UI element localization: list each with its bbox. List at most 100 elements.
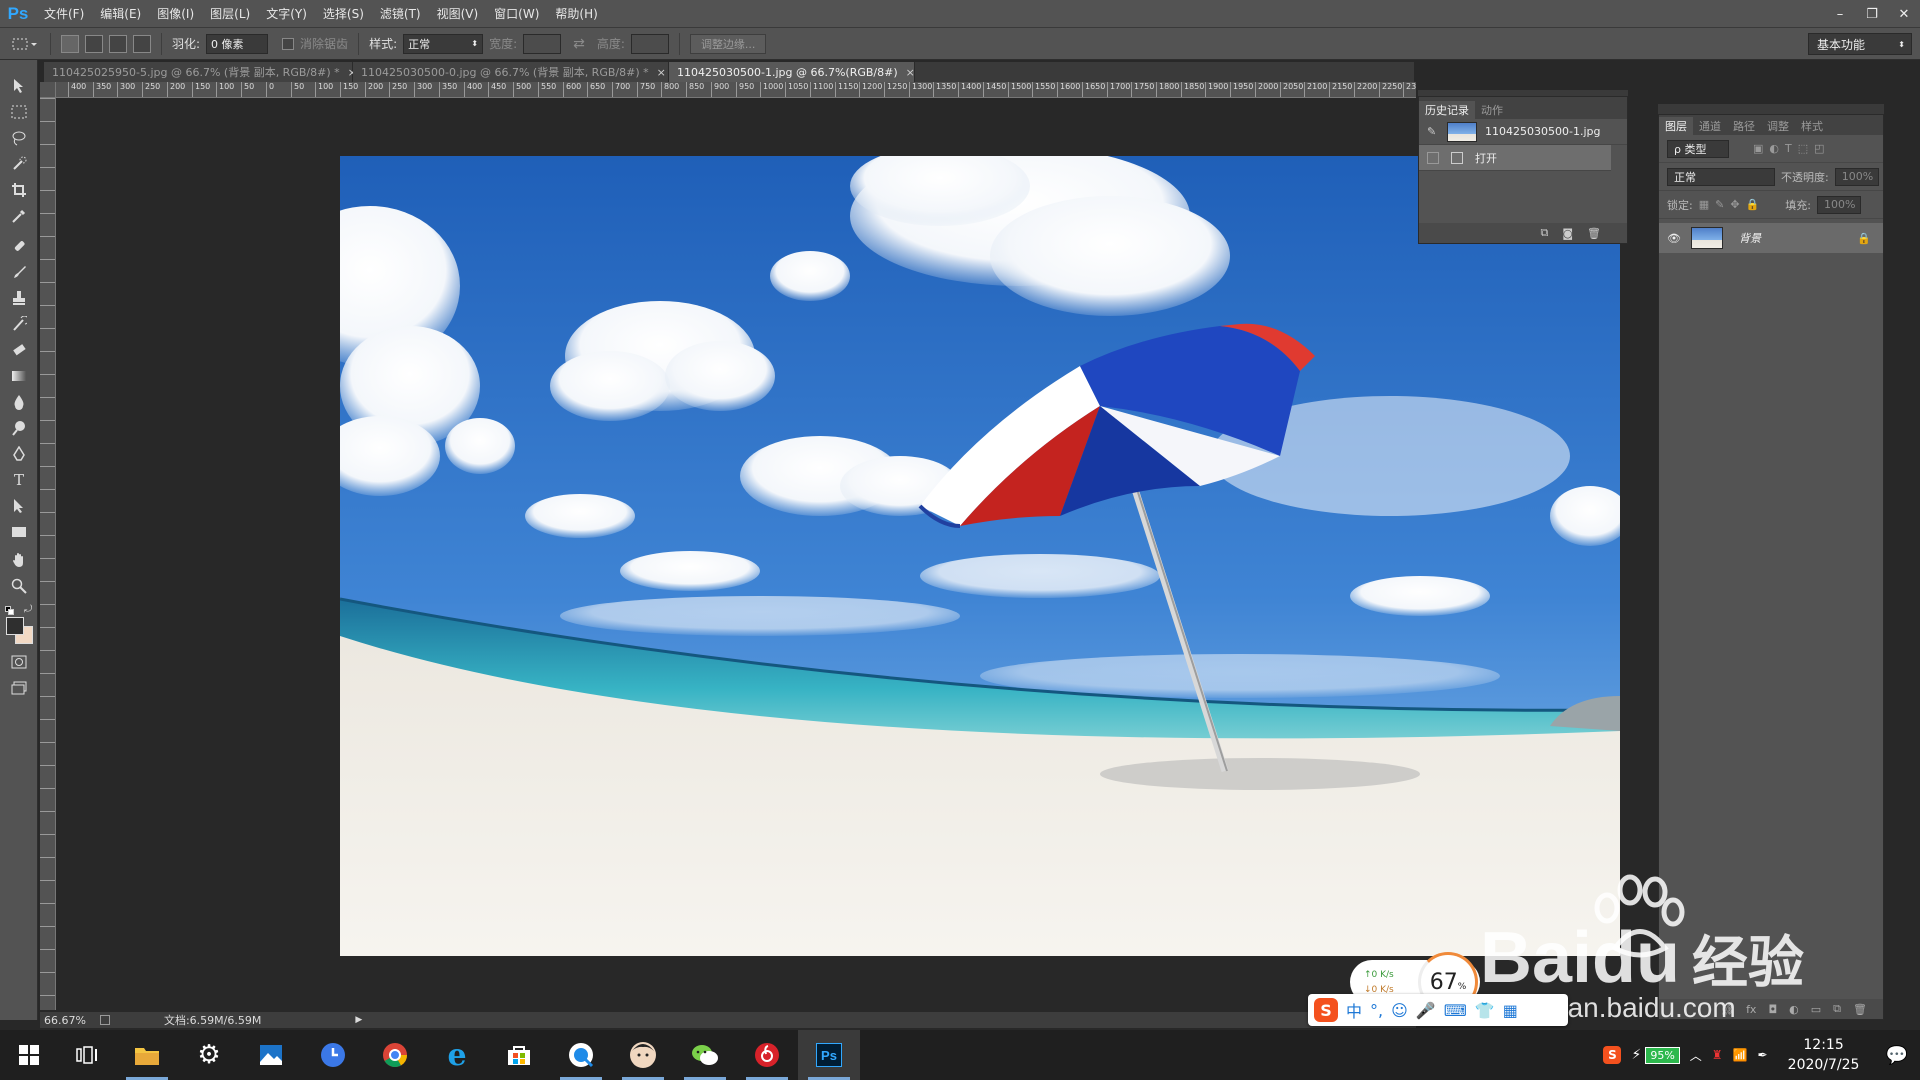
menu-file[interactable]: 文件(F) [36, 0, 92, 28]
trash-icon[interactable]: 🗑 [1587, 227, 1601, 240]
tab-styles[interactable]: 样式 [1795, 117, 1829, 135]
ime-punctuation[interactable]: °, [1370, 1001, 1383, 1020]
menu-filter[interactable]: 滤镜(T) [372, 0, 429, 28]
layer-background[interactable]: 👁 背景 🔒 [1659, 223, 1883, 253]
move-tool-icon[interactable] [8, 76, 30, 96]
tab-document-1[interactable]: 110425025950-5.jpg @ 66.7% (背景 副本, RGB/8… [44, 62, 357, 82]
menu-layer[interactable]: 图层(L) [202, 0, 258, 28]
history-step-checkbox[interactable] [1427, 151, 1439, 164]
tab-adjustments[interactable]: 调整 [1761, 117, 1795, 135]
eraser-tool-icon[interactable] [8, 340, 30, 360]
tab-document-2[interactable]: 110425030500-0.jpg @ 66.7% (背景 副本, RGB/8… [353, 62, 669, 82]
lasso-tool-icon[interactable] [8, 128, 30, 148]
wifi-icon[interactable]: 📶 [1733, 1048, 1748, 1062]
tab-actions[interactable]: 动作 [1475, 101, 1509, 119]
opacity-input[interactable]: 100% [1834, 167, 1879, 186]
menu-help[interactable]: 帮助(H) [547, 0, 605, 28]
skin-icon[interactable]: 👕 [1475, 1001, 1495, 1020]
pen-tool-icon[interactable] [8, 444, 30, 464]
quick-selection-tool-icon[interactable] [8, 154, 30, 174]
taskbar-file-explorer[interactable] [116, 1030, 178, 1080]
swap-dimensions-icon[interactable]: ⇄ [573, 36, 585, 52]
lock-image-icon[interactable]: ✎ [1715, 198, 1724, 211]
taskbar-netease-music[interactable] [736, 1030, 798, 1080]
zoom-level[interactable]: 66.67% [44, 1014, 86, 1027]
taskbar-clock[interactable]: 12:15 2020/7/25 [1778, 1035, 1870, 1075]
path-selection-tool-icon[interactable] [8, 496, 30, 516]
beach-umbrella-photo[interactable] [340, 156, 1620, 956]
taskbar-store[interactable] [488, 1030, 550, 1080]
microphone-icon[interactable]: 🎤 [1416, 1001, 1436, 1020]
lock-transparent-icon[interactable]: ▦ [1699, 198, 1709, 211]
eye-icon[interactable]: 👁 [1667, 232, 1683, 245]
menu-image[interactable]: 图像(I) [149, 0, 202, 28]
lock-all-icon[interactable]: 🔒 [1746, 198, 1760, 211]
chevron-up-icon[interactable]: ︿ [1690, 1047, 1702, 1064]
new-selection-icon[interactable] [61, 34, 79, 53]
swap-colors-icon[interactable]: ⤾ [24, 604, 32, 615]
taskbar-wechat[interactable] [674, 1030, 736, 1080]
ime-toolbar[interactable]: S 中 °, ☺ 🎤 ⌨ 👕 ▦ [1308, 994, 1568, 1026]
notification-icon[interactable]: 💬 [1886, 1045, 1908, 1066]
status-info-icon[interactable] [99, 1015, 110, 1025]
taskbar-avatar-app[interactable] [612, 1030, 674, 1080]
new-document-from-state-icon[interactable]: ⧉ [1540, 226, 1548, 240]
taskbar-settings[interactable]: ⚙ [178, 1030, 240, 1080]
brush-tool-icon[interactable] [8, 262, 30, 282]
menu-type[interactable]: 文字(Y) [258, 0, 315, 28]
tab-history[interactable]: 历史记录 [1419, 101, 1475, 119]
rectangle-tool-icon[interactable] [8, 522, 30, 542]
filter-shape-icon[interactable]: ⬚ [1798, 142, 1808, 155]
history-step[interactable]: 打开 [1419, 145, 1611, 171]
type-tool-icon[interactable]: T [8, 470, 30, 490]
height-input[interactable] [630, 33, 669, 54]
antialias-checkbox[interactable] [282, 37, 295, 50]
clone-stamp-tool-icon[interactable] [8, 288, 30, 308]
menu-select[interactable]: 选择(S) [315, 0, 372, 28]
blur-tool-icon[interactable] [8, 392, 30, 412]
dodge-tool-icon[interactable] [8, 418, 30, 438]
tab-layers[interactable]: 图层 [1659, 117, 1693, 135]
close-button[interactable]: ✕ [1888, 0, 1920, 28]
filter-smart-object-icon[interactable]: ◰ [1814, 142, 1824, 155]
screen-mode-icon[interactable] [8, 678, 30, 698]
subtract-from-selection-icon[interactable] [109, 34, 127, 53]
antivirus-icon[interactable]: ♜ [1712, 1048, 1723, 1062]
history-brush-tool-icon[interactable] [8, 314, 30, 334]
feather-input[interactable]: 0 像素 [206, 33, 269, 54]
rect-marquee-tool-icon[interactable] [8, 102, 30, 122]
menu-window[interactable]: 窗口(W) [486, 0, 547, 28]
healing-brush-tool-icon[interactable] [8, 236, 30, 256]
sogou-logo-icon[interactable]: S [1314, 998, 1338, 1022]
start-button[interactable] [0, 1030, 58, 1080]
taskbar-qq-browser[interactable] [550, 1030, 612, 1080]
default-colors-icon[interactable] [5, 606, 15, 616]
menu-view[interactable]: 视图(V) [429, 0, 487, 28]
fill-input[interactable]: 100% [1816, 195, 1861, 214]
taskbar-photoshop[interactable]: Ps [798, 1030, 860, 1080]
menu-edit[interactable]: 编辑(E) [92, 0, 149, 28]
foreground-color-swatch[interactable] [6, 617, 24, 635]
layer-filter-select[interactable]: ρ 类型 [1667, 139, 1729, 158]
close-icon[interactable]: × [657, 66, 666, 79]
keyboard-icon[interactable]: ⌨ [1444, 1001, 1467, 1020]
filter-adjustment-icon[interactable]: ◐ [1769, 142, 1779, 155]
marquee-tool-preset-icon[interactable] [8, 33, 40, 55]
refine-edge-button[interactable]: 调整边缘... [689, 33, 767, 54]
tab-document-3[interactable]: 110425030500-1.jpg @ 66.7%(RGB/8#) × [669, 62, 915, 82]
style-select[interactable]: 正常 ⬍ [403, 33, 484, 54]
pen-icon[interactable]: ✒ [1758, 1048, 1768, 1062]
crop-tool-icon[interactable] [8, 180, 30, 200]
tab-channels[interactable]: 通道 [1693, 117, 1727, 135]
quick-mask-icon[interactable] [8, 652, 30, 672]
zoom-tool-icon[interactable] [8, 576, 30, 596]
taskbar-chrome[interactable] [364, 1030, 426, 1080]
history-snapshot[interactable]: ✎ 110425030500-1.jpg [1419, 119, 1627, 145]
status-menu-arrow-icon[interactable]: ▶ [355, 1015, 362, 1025]
eyedropper-tool-icon[interactable] [8, 206, 30, 226]
hand-tool-icon[interactable] [8, 550, 30, 570]
close-icon[interactable]: × [906, 66, 915, 79]
sogou-tray-icon[interactable]: S [1603, 1046, 1622, 1064]
tab-paths[interactable]: 路径 [1727, 117, 1761, 135]
layers-panel-collapse-bar[interactable] [1658, 104, 1884, 114]
